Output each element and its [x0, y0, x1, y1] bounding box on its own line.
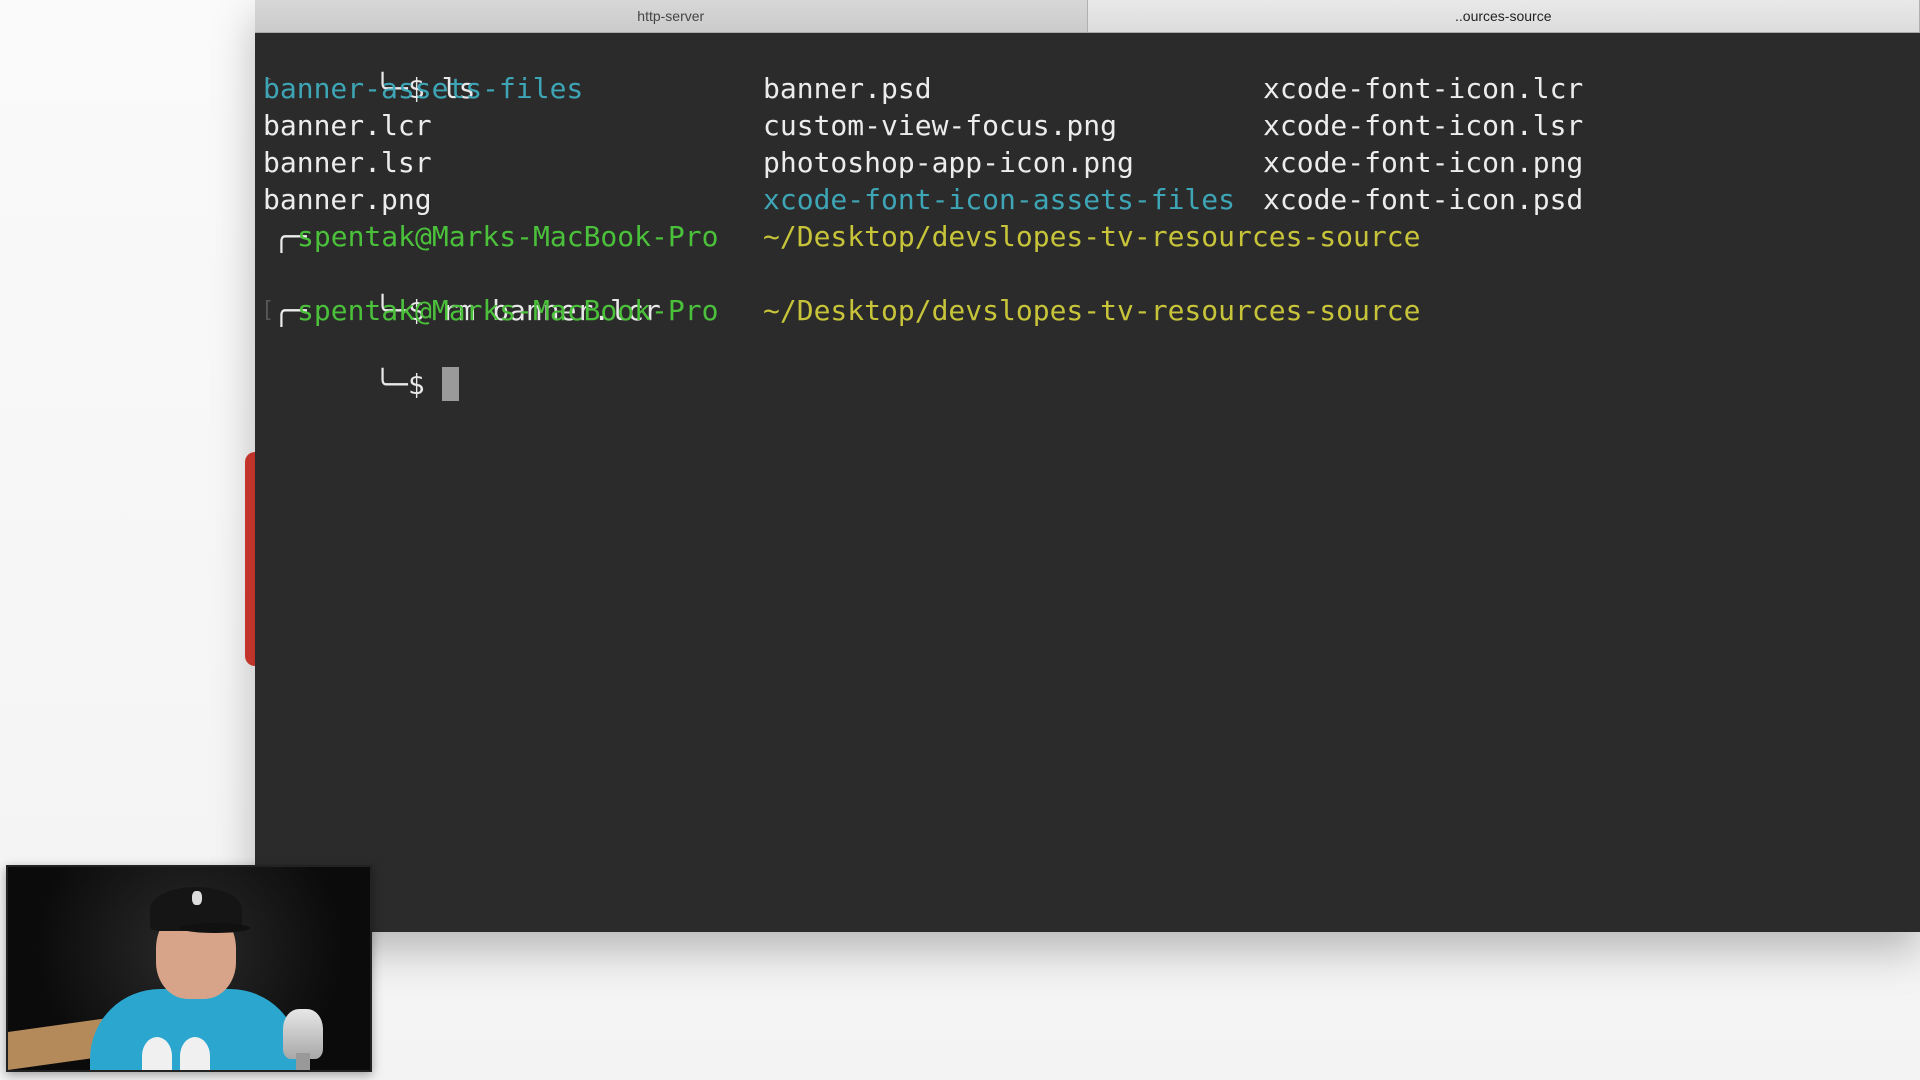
text-cursor	[441, 367, 459, 401]
terminal-content[interactable]: [╰─$ ls banner-assets-files banner.psd x…	[255, 33, 1920, 932]
presenter-webcam	[6, 865, 372, 1072]
listing-item: banner.png	[263, 183, 432, 216]
user-host: spentak@Marks-MacBook-Pro	[297, 294, 719, 327]
tab-ources-source[interactable]: ..ources-source	[1087, 0, 1920, 32]
listing-item: xcode-font-icon.psd	[1263, 183, 1584, 216]
cap-brim	[180, 923, 250, 933]
prompt-line-rm: [╰─$ rm banner.lcr	[261, 255, 661, 327]
prompt-header: ╭─ spentak@Marks-MacBook-Pro ~/Desktop/d…	[263, 292, 1863, 329]
prompt-line-current[interactable]: ╰─$	[263, 329, 459, 401]
listing-item: xcode-font-icon.lcr	[1263, 72, 1584, 105]
listing-item-directory: xcode-font-icon-assets-files	[763, 183, 1236, 216]
cap-logo	[192, 891, 202, 905]
listing-item: xcode-font-icon.lsr	[1263, 109, 1584, 142]
microphone-stand	[296, 1053, 310, 1070]
listing-row: banner.lsr photoshop-app-icon.png xcode-…	[263, 144, 1863, 181]
listing-row: banner-assets-files banner.psd xcode-fon…	[263, 70, 1863, 107]
listing-row: banner.png xcode-font-icon-assets-files …	[263, 181, 1863, 218]
listing-item: custom-view-focus.png	[763, 109, 1118, 142]
shirt-logo	[180, 1037, 210, 1070]
prompt-line-ls: [╰─$ ls	[261, 33, 475, 105]
terminal-window: http-server ..ources-source [╰─$ ls bann…	[255, 0, 1920, 932]
listing-item: xcode-font-icon.png	[1263, 146, 1584, 179]
prompt-symbol: ╰─$	[374, 368, 425, 401]
listing-item-directory: banner-assets-files	[263, 72, 584, 105]
tab-http-server[interactable]: http-server	[255, 0, 1088, 32]
tab-bar: http-server ..ources-source	[255, 0, 1920, 33]
shirt-logo	[142, 1037, 172, 1070]
listing-row: banner.lcr custom-view-focus.png xcode-f…	[263, 107, 1863, 144]
listing-item: photoshop-app-icon.png	[763, 146, 1134, 179]
listing-item: banner.lsr	[263, 146, 432, 179]
listing-item: banner.psd	[763, 72, 932, 105]
user-host: spentak@Marks-MacBook-Pro	[297, 220, 719, 253]
current-directory: ~/Desktop/devslopes-tv-resources-source	[763, 220, 1421, 253]
prompt-header: ╭─ spentak@Marks-MacBook-Pro ~/Desktop/d…	[263, 218, 1863, 255]
current-directory: ~/Desktop/devslopes-tv-resources-source	[763, 294, 1421, 327]
listing-item: banner.lcr	[263, 109, 432, 142]
microphone-icon	[283, 1009, 323, 1059]
